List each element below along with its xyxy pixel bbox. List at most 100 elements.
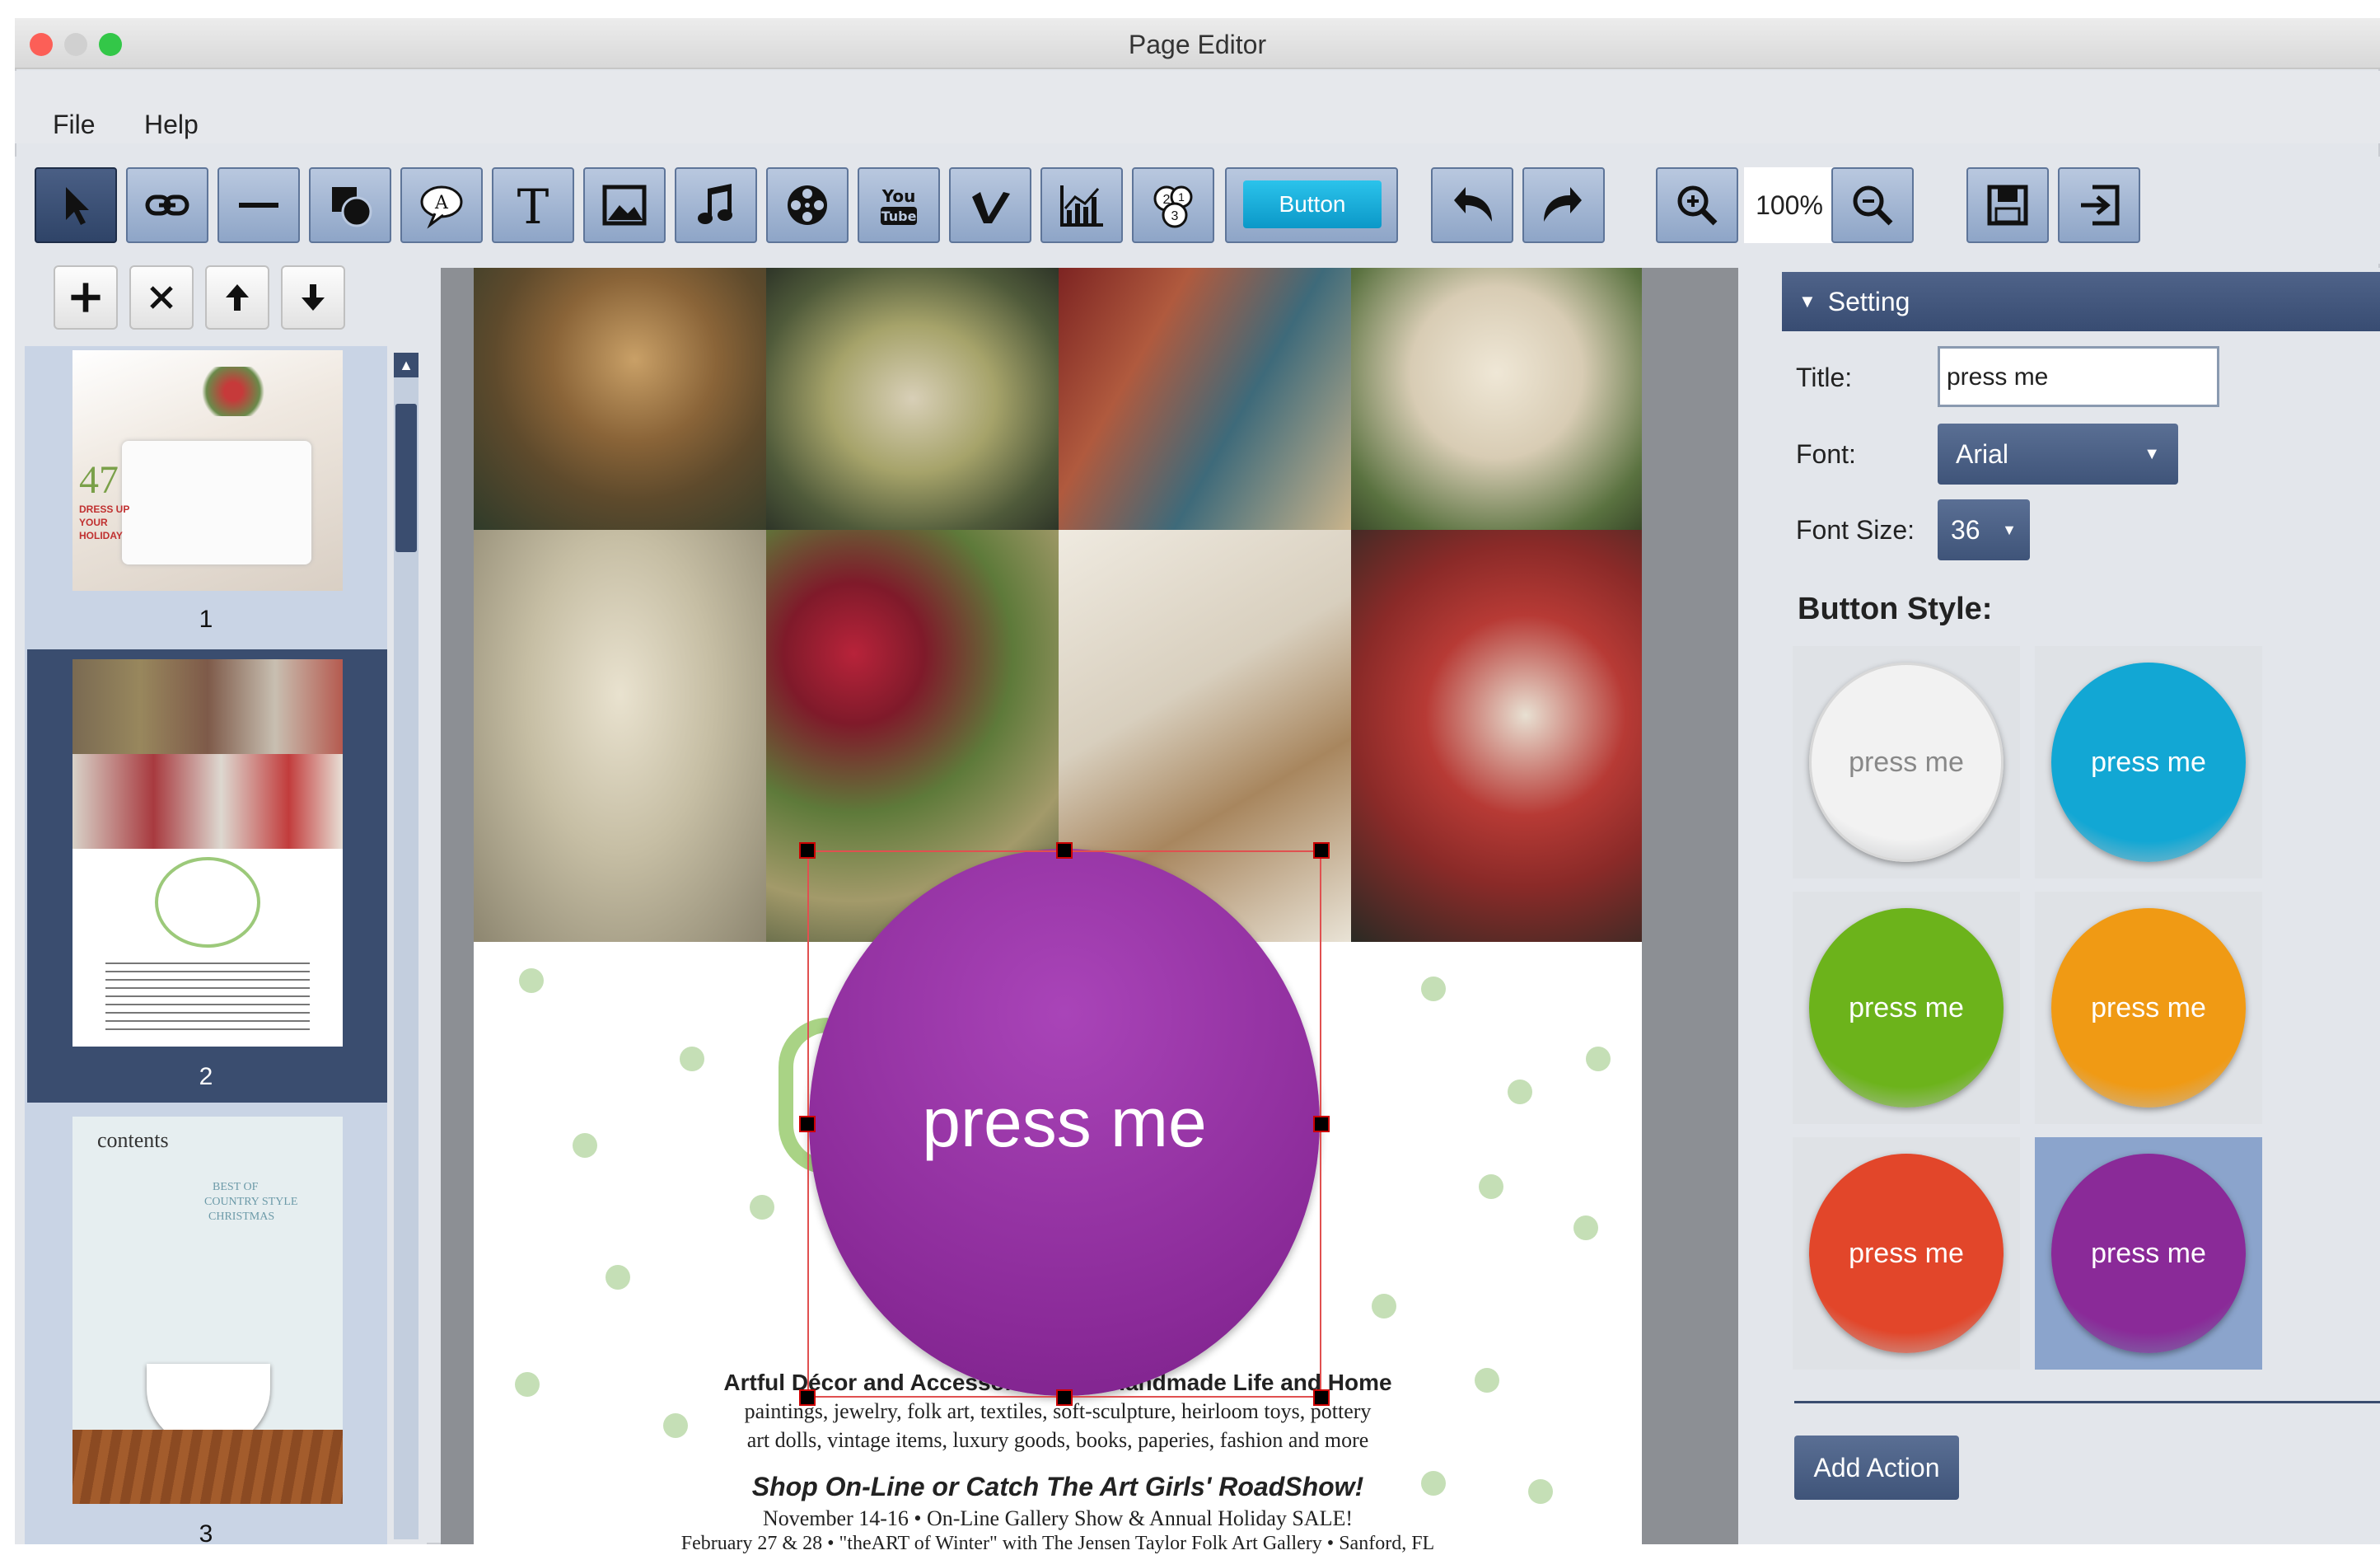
video-tool-button[interactable]	[766, 167, 849, 243]
svg-text:Tube: Tube	[881, 208, 917, 224]
button-style-option-6[interactable]: press me	[2035, 1137, 2262, 1370]
title-bar: Page Editor	[15, 18, 2380, 69]
page-text-line-3: art dolls, vintage items, luxury goods, …	[746, 1428, 1369, 1452]
font-label: Font:	[1796, 439, 1856, 469]
text-icon: T	[517, 180, 549, 230]
zoom-in-button[interactable]	[1656, 167, 1738, 243]
selection-box	[807, 850, 1321, 1398]
vimeo-tool-button[interactable]	[949, 167, 1031, 243]
shapes-icon	[332, 187, 372, 227]
line-icon	[239, 203, 278, 208]
polka-dot	[750, 1195, 774, 1220]
title-input[interactable]: press me	[1938, 346, 2219, 407]
thumbnail-logo	[155, 857, 260, 948]
thumbnail-line: YOUR	[79, 517, 108, 528]
photo-santa-figures	[1351, 530, 1642, 942]
polka-dot	[606, 1265, 630, 1290]
undo-button[interactable]	[1431, 167, 1513, 243]
film-reel-icon	[788, 185, 827, 225]
redo-button[interactable]	[1522, 167, 1605, 243]
scroll-up-arrow[interactable]: ▲	[394, 353, 418, 377]
move-page-up-button[interactable]	[205, 265, 269, 330]
chevron-down-icon: ▼	[2144, 444, 2160, 463]
resize-handle-top-left[interactable]	[799, 842, 816, 859]
button-style-preview: press me	[2051, 663, 2246, 862]
export-icon	[2081, 185, 2120, 226]
font-select[interactable]: Arial ▼	[1938, 424, 2178, 485]
page-thumbnail-3[interactable]: contents BEST OF COUNTRY STYLE CHRISTMAS	[72, 1117, 343, 1504]
chart-tool-button[interactable]	[1040, 167, 1123, 243]
polka-dot	[573, 1133, 597, 1158]
polka-dot	[1508, 1080, 1532, 1104]
page-thumbnail-2[interactable]	[72, 659, 343, 1047]
button-style-option-5[interactable]: press me	[1793, 1137, 2020, 1370]
add-action-button[interactable]: Add Action	[1794, 1436, 1959, 1500]
zoom-in-icon	[1677, 185, 1718, 226]
resize-handle-right[interactable]	[1313, 1116, 1330, 1132]
button-style-heading: Button Style:	[1798, 592, 1993, 626]
arrow-up-icon	[226, 284, 249, 311]
photo-ornament	[766, 268, 1059, 530]
resize-handle-bottom-right[interactable]	[1313, 1389, 1330, 1406]
zoom-out-button[interactable]	[1831, 167, 1914, 243]
scrollbar-thumb[interactable]	[395, 404, 417, 552]
text-tool-button[interactable]: T	[492, 167, 574, 243]
add-page-button[interactable]	[54, 265, 118, 330]
resize-handle-top[interactable]	[1056, 842, 1073, 859]
svg-text:1: 1	[1178, 190, 1185, 204]
font-size-label: Font Size:	[1796, 515, 1915, 545]
font-size-select[interactable]: 36 ▼	[1938, 499, 2030, 560]
divider	[1794, 1401, 2380, 1403]
chevron-down-icon: ▼	[2002, 521, 2017, 538]
collapse-triangle-icon: ▼	[1798, 291, 1817, 311]
resize-handle-top-right[interactable]	[1313, 842, 1330, 859]
button-style-option-2[interactable]: press me	[2035, 646, 2262, 878]
resize-handle-left[interactable]	[799, 1116, 816, 1132]
youtube-tool-button[interactable]: You Tube	[858, 167, 940, 243]
thumbnail-text-lines	[105, 956, 310, 1030]
svg-text:T: T	[517, 180, 549, 230]
shape-tool-button[interactable]	[309, 167, 391, 243]
page-thumbnail-1[interactable]: 47 DRESS UP YOUR HOLIDAY	[72, 350, 343, 591]
button-style-option-1[interactable]: press me	[1793, 646, 2020, 878]
move-page-down-button[interactable]	[281, 265, 345, 330]
button-tool-label: Button	[1243, 180, 1382, 228]
title-label: Title:	[1796, 363, 1853, 392]
line-tool-button[interactable]	[217, 167, 300, 243]
link-tool-button[interactable]	[126, 167, 208, 243]
callout-icon: A	[420, 185, 463, 229]
thumbnail-title: contents	[97, 1128, 169, 1152]
export-button[interactable]	[2058, 167, 2140, 243]
button-tool-button[interactable]: Button	[1225, 167, 1398, 243]
font-size-value: 36	[1951, 514, 1980, 545]
floppy-disk-icon	[1987, 185, 2028, 226]
menu-file[interactable]: File	[53, 110, 96, 140]
settings-header[interactable]: ▼ Setting	[1782, 272, 2380, 331]
svg-text:A: A	[434, 193, 449, 213]
callout-tool-button[interactable]: A	[400, 167, 483, 243]
thumbnail-line: DRESS UP	[79, 504, 130, 515]
button-style-preview: press me	[1809, 663, 2004, 862]
svg-text:You: You	[881, 186, 916, 206]
button-style-option-4[interactable]: press me	[2035, 892, 2262, 1124]
page-number-1: 1	[199, 606, 213, 633]
polka-dot	[1586, 1047, 1611, 1071]
number-tool-button[interactable]: 21 3	[1132, 167, 1214, 243]
select-tool-button[interactable]	[35, 167, 117, 243]
font-select-value: Arial	[1956, 438, 2009, 469]
delete-page-button[interactable]	[129, 265, 194, 330]
audio-tool-button[interactable]	[675, 167, 757, 243]
redo-icon	[1544, 187, 1582, 222]
menu-help[interactable]: Help	[144, 110, 199, 140]
save-button[interactable]	[1966, 167, 2049, 243]
button-style-option-3[interactable]: press me	[1793, 892, 2020, 1124]
arrow-down-icon	[302, 284, 325, 311]
zoom-level[interactable]: 100%	[1744, 167, 1835, 243]
resize-handle-bottom-left[interactable]	[799, 1389, 816, 1406]
resize-handle-bottom[interactable]	[1056, 1389, 1073, 1406]
polka-dot	[680, 1047, 704, 1071]
numbers-icon: 2 1 3	[1153, 185, 1193, 228]
polka-dot	[1479, 1174, 1503, 1199]
polka-dot	[519, 968, 544, 993]
image-tool-button[interactable]	[583, 167, 666, 243]
